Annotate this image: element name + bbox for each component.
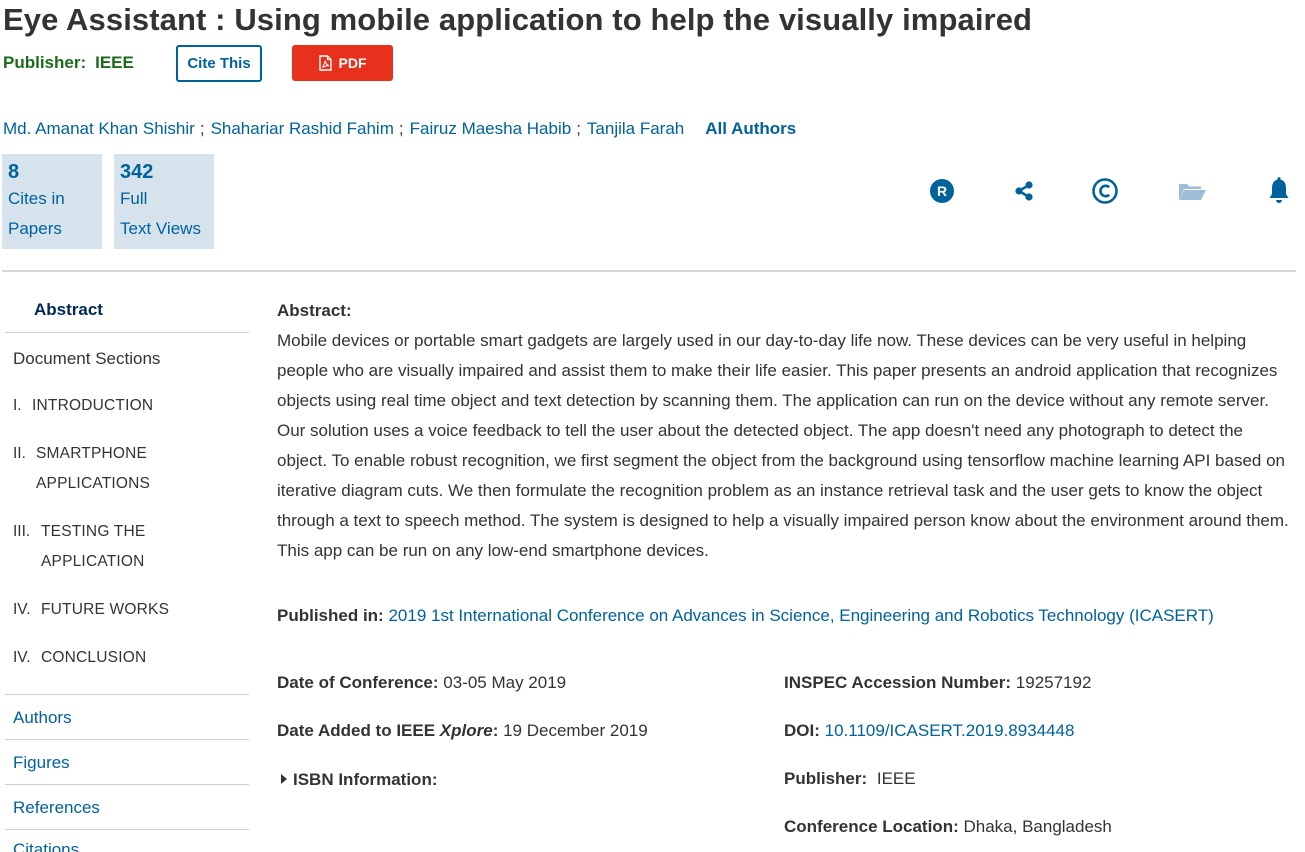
sidebar-section-testing-the-application[interactable]: III. TESTING THE APPLICATION: [13, 517, 145, 577]
folder-icon[interactable]: [1177, 176, 1207, 206]
meta-value: 19 December 2019: [503, 721, 648, 740]
sidebar-section-smartphone-applications[interactable]: II. SMARTPHONE APPLICATIONS: [13, 439, 150, 499]
sidebar-divider: [5, 694, 249, 695]
all-authors-link[interactable]: All Authors: [705, 119, 796, 139]
meta-value: IEEE: [876, 769, 916, 788]
author-separator: ;: [398, 119, 404, 138]
metric-label: Cites in: [8, 189, 65, 208]
sidebar-item-figures[interactable]: Figures: [13, 753, 70, 773]
metric-number: 8: [8, 161, 20, 183]
meta-value: Dhaka, Bangladesh: [963, 817, 1112, 836]
pdf-button[interactable]: PDF: [292, 45, 393, 81]
pdf-icon: [318, 55, 332, 71]
copyright-icon[interactable]: [1090, 176, 1120, 206]
abstract-text: Mobile devices or portable smart gadgets…: [277, 331, 1289, 560]
published-in: Published in: 2019 1st International Con…: [277, 606, 1214, 626]
section-number: IV.: [13, 601, 31, 618]
author-separator: ;: [576, 119, 581, 138]
section-title: CONCLUSION: [41, 649, 147, 666]
svg-text:R: R: [937, 183, 947, 199]
sidebar-divider: [5, 332, 249, 333]
doi: DOI: 10.1109/ICASERT.2019.8934448: [784, 721, 1074, 741]
share-icon[interactable]: [1009, 176, 1039, 206]
sidebar-divider: [5, 739, 249, 740]
conference-location: Conference Location: Dhaka, Bangladesh: [784, 817, 1112, 837]
author-separator: ;: [199, 119, 205, 138]
author-link[interactable]: Shahariar Rashid Fahim: [211, 119, 394, 139]
date-added: Date Added to IEEE Xplore: 19 December 2…: [277, 721, 648, 741]
pdf-label: PDF: [338, 55, 367, 71]
meta-label: Date of Conference:: [277, 673, 439, 692]
author-link[interactable]: Fairuz Maesha Habib: [410, 119, 572, 139]
sidebar-item-citations[interactable]: Citations: [13, 840, 79, 852]
abstract-section: Abstract: Mobile devices or portable sma…: [277, 300, 1292, 566]
article-toolbar: R: [926, 176, 1296, 208]
metric-views[interactable]: 342 Full Text Views: [114, 154, 214, 249]
section-title: APPLICATION: [41, 553, 145, 570]
meta-value: 03-05 May 2019: [443, 673, 567, 692]
meta-value: 19257192: [1015, 673, 1092, 692]
meta-publisher: Publisher: IEEE: [784, 769, 916, 789]
author-link[interactable]: Md. Amanat Khan Shishir: [3, 119, 195, 139]
author-link[interactable]: Tanjila Farah: [587, 119, 684, 139]
section-title: INTRODUCTION: [32, 397, 154, 414]
meta-label: INSPEC Accession Number:: [784, 673, 1012, 692]
section-number: III.: [13, 523, 31, 540]
sidebar-item-abstract[interactable]: Abstract: [34, 300, 103, 320]
meta-label: Date Added to IEEE Xplore:: [277, 721, 499, 740]
sidebar-item-authors[interactable]: Authors: [13, 708, 72, 728]
date-of-conference: Date of Conference: 03-05 May 2019: [277, 673, 566, 693]
bell-icon[interactable]: [1264, 176, 1294, 206]
abstract-heading: Abstract:: [277, 301, 352, 320]
sidebar-item-references[interactable]: References: [13, 798, 100, 818]
sidebar-divider: [5, 829, 249, 830]
sidebar-section-introduction[interactable]: I. INTRODUCTION: [13, 391, 153, 421]
metric-label: Text Views: [120, 219, 201, 238]
publisher-value[interactable]: IEEE: [95, 53, 134, 73]
sidebar-section-future-works[interactable]: IV. FUTURE WORKS: [13, 595, 169, 625]
metric-cites[interactable]: 8 Cites in Papers: [2, 154, 102, 249]
meta-label: Conference Location:: [784, 817, 959, 836]
meta-label: DOI:: [784, 721, 820, 740]
sidebar-document-sections-heading: Document Sections: [13, 349, 161, 368]
publisher-row: Publisher: IEEE Cite This PDF: [3, 45, 393, 82]
section-title: FUTURE WORKS: [41, 601, 170, 618]
publisher-label: Publisher:: [3, 53, 87, 72]
section-divider: [2, 270, 1296, 272]
isbn-information-toggle[interactable]: ISBN Information:: [281, 770, 438, 790]
section-number: IV.: [13, 649, 31, 666]
metric-label: Papers: [8, 219, 62, 238]
metric-number: 342: [120, 161, 154, 183]
meta-label: ISBN Information:: [293, 770, 438, 789]
section-title: TESTING THE: [41, 523, 146, 540]
section-number: I.: [13, 397, 22, 414]
sidebar-section-conclusion[interactable]: IV. CONCLUSION: [13, 643, 146, 673]
author-list: Md. Amanat Khan Shishir ; Shahariar Rash…: [3, 119, 796, 139]
published-in-link[interactable]: 2019 1st International Conference on Adv…: [388, 606, 1213, 625]
rights-icon[interactable]: R: [927, 176, 957, 206]
caret-right-icon: [281, 774, 287, 784]
published-in-label: Published in:: [277, 606, 384, 625]
inspec-accession-number: INSPEC Accession Number: 19257192: [784, 673, 1091, 693]
section-title: SMARTPHONE: [36, 445, 148, 462]
meta-label: Publisher:: [784, 769, 868, 788]
section-title: APPLICATIONS: [36, 475, 151, 492]
doi-link[interactable]: 10.1109/ICASERT.2019.8934448: [825, 721, 1075, 740]
section-number: II.: [13, 445, 26, 462]
sidebar-divider: [5, 784, 249, 785]
cite-this-button[interactable]: Cite This: [176, 45, 262, 82]
page-title: Eye Assistant : Using mobile application…: [3, 2, 1033, 37]
metric-label: Full: [120, 189, 148, 208]
